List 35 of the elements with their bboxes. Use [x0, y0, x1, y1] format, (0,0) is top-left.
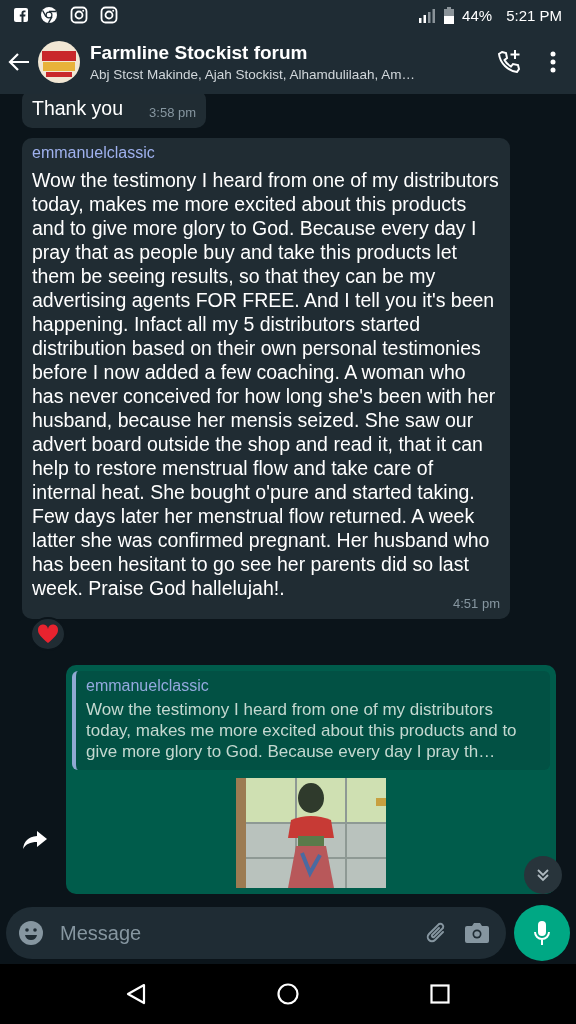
chat-title[interactable]: Farmline Stockist forum — [90, 42, 490, 64]
sender-name[interactable]: emmanuelclassic — [32, 144, 500, 162]
forward-icon[interactable] — [22, 829, 48, 850]
chrome-icon — [40, 6, 58, 24]
message-field[interactable]: Message — [6, 907, 506, 959]
quoted-message[interactable]: emmanuelclassic Wow the testimony I heard from one of my distributors today, makes me more excited about this products and to give more glory to God. Because every day I pray th… — [72, 671, 550, 770]
message-text: Wow the testimony I heard from one of my distributors today, makes me more excited about this products and to give more glory to God. Because every day I pray that as people buy and take this products let them be seeing results, so that they can be my advertising agents FOR FREE. And I tell you it's been happening. Infact all my 5 distributors started distribution based on their own personal testimonies before I now added a few coaching. A woman who has never conceived for how long she's been with her husband, because her mensis seized. She saw our advert board outside the shop and read it, that it can help to restore menstrual flow and take care of internal heat. She bought o'pure and started taking. Few days later her menstrual flow returned. A week latter she was confirmed pregnant. Her husband who has been hesitant to go see her parents did so last week. Praise God hallelujah!. — [32, 168, 500, 599]
camera-icon[interactable] — [464, 922, 490, 944]
add-call-icon[interactable] — [496, 49, 522, 75]
more-options-icon[interactable] — [550, 51, 556, 73]
group-avatar[interactable] — [38, 41, 80, 83]
message-time: 3:58 pm — [149, 105, 197, 120]
message-time: 4:51 pm — [453, 596, 500, 611]
battery-percent: 44% — [462, 6, 493, 24]
facebook-icon — [14, 8, 28, 22]
camera-outline-icon — [70, 6, 88, 24]
message-bubble[interactable]: emmanuelclassic Wow the testimony I heard from one of my distributors today, makes me more excited about this products and to give more glory to God. Because every day I pray th… — [66, 665, 556, 894]
quoted-text: Wow the testimony I heard from one of my distributors today, makes me more excited about this products and to give more glory to God. Because every day I pray th… — [86, 699, 518, 762]
recents-nav-icon[interactable] — [430, 984, 451, 1004]
back-nav-icon[interactable] — [125, 983, 146, 1005]
chevrons-down-icon — [535, 867, 551, 883]
camera-outline-icon — [100, 6, 118, 24]
back-arrow-icon[interactable] — [8, 52, 30, 72]
chat-members[interactable]: Abj Stcst Makinde, Ajah Stockist, Alhamdulilaah, Am… — [90, 67, 490, 82]
microphone-button[interactable] — [514, 905, 570, 961]
signal-icon — [418, 7, 437, 23]
home-nav-icon[interactable] — [277, 983, 299, 1005]
message-text: Thank you — [32, 96, 124, 120]
microphone-icon — [534, 920, 550, 946]
emoji-icon[interactable] — [18, 920, 44, 946]
heart-icon — [37, 624, 59, 644]
clock: 5:21 PM — [506, 6, 562, 24]
battery-icon — [444, 6, 455, 24]
sender-name: emmanuelclassic — [86, 677, 210, 695]
message-bubble[interactable]: Thank you 3:58 pm — [22, 94, 207, 128]
